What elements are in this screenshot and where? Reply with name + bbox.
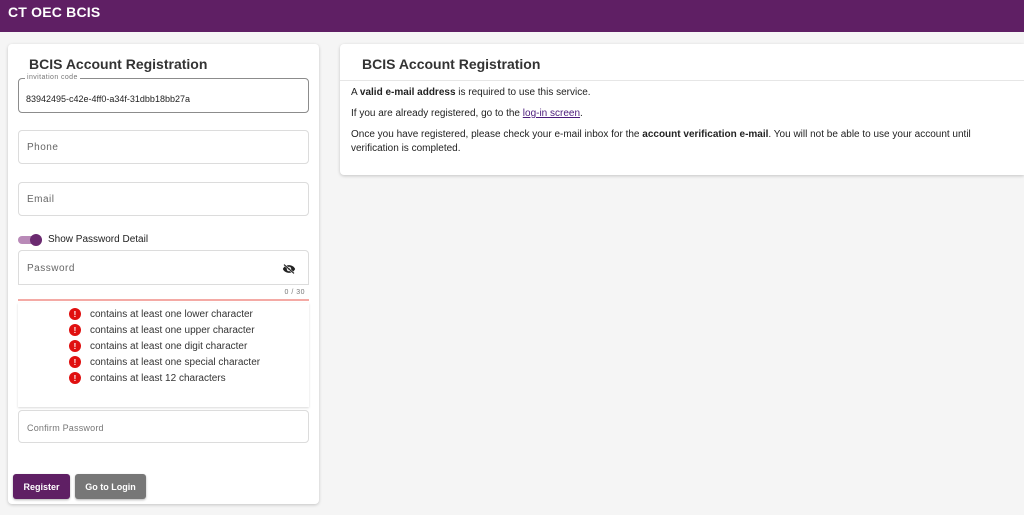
confirm-password-label: Confirm Password: [27, 423, 104, 433]
error-icon: !: [69, 372, 81, 384]
confirm-password-field[interactable]: Confirm Password: [18, 410, 309, 443]
email-label: Email: [27, 194, 55, 205]
form-title: BCIS Account Registration: [29, 56, 208, 72]
app-title: CT OEC BCIS: [8, 4, 101, 20]
error-icon: !: [69, 356, 81, 368]
phone-label: Phone: [27, 142, 59, 153]
password-rule: ! contains at least one lower character: [69, 307, 253, 321]
email-field[interactable]: Email: [18, 182, 309, 216]
password-rules-list: ! contains at least one lower character …: [18, 303, 309, 407]
show-password-label: Show Password Detail: [48, 234, 149, 245]
login-screen-link[interactable]: log-in screen: [523, 108, 580, 119]
valid-email-emphasis: valid e-mail address: [359, 87, 456, 98]
phone-field[interactable]: Phone: [18, 130, 309, 164]
password-char-counter: 0 / 30: [284, 289, 305, 296]
error-icon: !: [69, 308, 81, 320]
rule-text: contains at least one special character: [90, 356, 261, 368]
eye-off-icon[interactable]: [282, 264, 296, 274]
registration-form-card: BCIS Account Registration invitation cod…: [8, 44, 319, 504]
toggle-thumb: [30, 234, 42, 246]
password-field[interactable]: Password: [18, 250, 309, 285]
rule-text: contains at least one lower character: [90, 308, 253, 320]
divider: [340, 80, 1024, 81]
invitation-code-field[interactable]: invitation code 83942495-c42e-4ff0-a34f-…: [18, 74, 309, 113]
rule-text: contains at least one upper character: [90, 324, 255, 336]
password-label: Password: [27, 263, 75, 274]
rule-text: contains at least one digit character: [90, 340, 248, 352]
info-title: BCIS Account Registration: [362, 56, 541, 72]
info-card: BCIS Account Registration A valid e-mail…: [340, 44, 1024, 175]
error-icon: !: [69, 324, 81, 336]
info-verification-note: Once you have registered, please check y…: [351, 129, 971, 154]
password-rule: ! contains at least one digit character: [69, 339, 247, 353]
rule-text: contains at least 12 characters: [90, 372, 226, 384]
verification-email-emphasis: account verification e-mail: [642, 129, 769, 140]
password-error-underline: [18, 299, 309, 301]
register-button[interactable]: Register: [13, 474, 70, 499]
invitation-code-value: 83942495-c42e-4ff0-a34f-31dbb18bb27a: [26, 94, 190, 104]
go-to-login-button[interactable]: Go to Login: [75, 474, 146, 499]
invitation-code-label: invitation code: [25, 74, 80, 81]
info-email-requirement: A valid e-mail address is required to us…: [351, 87, 591, 98]
info-already-registered: If you are already registered, go to the…: [351, 108, 583, 119]
password-rule: ! contains at least 12 characters: [69, 371, 226, 385]
error-icon: !: [69, 340, 81, 352]
password-rule: ! contains at least one special characte…: [69, 355, 260, 369]
top-app-bar: CT OEC BCIS: [0, 0, 1024, 32]
password-rule: ! contains at least one upper character: [69, 323, 255, 337]
show-password-toggle[interactable]: [18, 234, 44, 246]
